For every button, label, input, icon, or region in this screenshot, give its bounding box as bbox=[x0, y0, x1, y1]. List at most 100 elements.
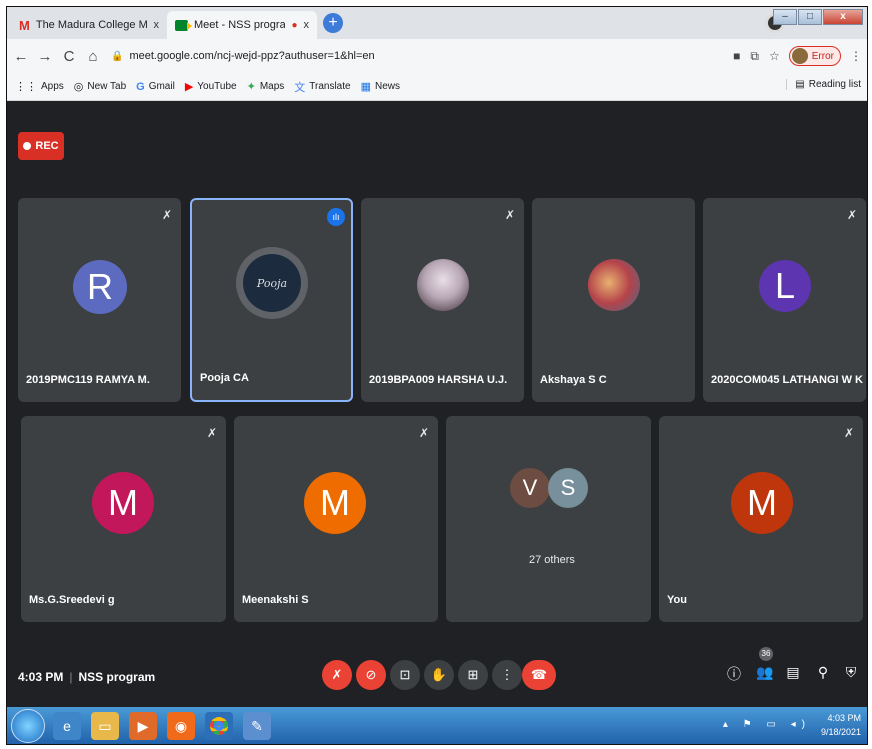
back-icon[interactable]: ← bbox=[11, 48, 31, 65]
participant-tile[interactable]: ✗ 2019BPA009 HARSHA U.J. bbox=[361, 198, 524, 402]
tab-meet[interactable]: Meet - NSS program ● x bbox=[167, 11, 317, 39]
clock-date: 9/18/2021 bbox=[820, 727, 861, 737]
leave-call-button[interactable]: ☎ bbox=[522, 660, 556, 690]
reload-icon[interactable]: C bbox=[59, 48, 79, 65]
recording-indicator-icon: ● bbox=[291, 19, 298, 31]
avatar: M bbox=[731, 472, 793, 534]
bookmark-apps[interactable]: ⋮⋮ Apps bbox=[15, 80, 64, 93]
paint-icon[interactable]: ✎ bbox=[243, 712, 271, 740]
reading-list-icon: ▤ bbox=[795, 79, 805, 90]
system-clock[interactable]: 4:03 PM 9/18/2021 bbox=[821, 711, 861, 739]
translate-page-icon[interactable]: ⧉ bbox=[750, 49, 759, 64]
bookmark-youtube[interactable]: ▶ YouTube bbox=[185, 80, 237, 93]
participant-name: Ms.G.Sreedevi g bbox=[29, 594, 115, 606]
url-input[interactable]: 🔒 meet.google.com/ncj-wejd-ppz?authuser=… bbox=[111, 44, 728, 68]
address-bar-row: ← → C ⌂ 🔒 meet.google.com/ncj-wejd-ppz?a… bbox=[7, 39, 867, 73]
mic-off-icon: ✗ bbox=[843, 426, 854, 440]
captions-button[interactable]: ⊡ bbox=[390, 660, 420, 690]
mic-off-icon: ✗ bbox=[846, 208, 857, 222]
participant-tile[interactable]: Akshaya S C bbox=[532, 198, 695, 402]
close-icon[interactable]: x bbox=[154, 19, 160, 31]
forward-icon[interactable]: → bbox=[35, 48, 55, 65]
bookmark-gmail[interactable]: G Gmail bbox=[136, 81, 175, 93]
mic-off-icon: ✗ bbox=[331, 667, 343, 682]
participant-tile[interactable]: ✗ R 2019PMC119 RAMYA M. bbox=[18, 198, 181, 402]
participant-tile[interactable]: ✗ M Ms.G.Sreedevi g bbox=[21, 416, 226, 622]
browser-tab-bar: M The Madura College Mail x Meet - NSS p… bbox=[7, 7, 867, 39]
profile-error-button[interactable]: Error bbox=[788, 46, 841, 66]
camera-off-icon: ⊘ bbox=[365, 667, 377, 682]
others-count-label: 27 others bbox=[529, 554, 575, 566]
present-icon: ⊞ bbox=[467, 667, 479, 682]
maximize-button[interactable]: □ bbox=[798, 9, 822, 25]
mic-off-icon: ✗ bbox=[418, 426, 429, 440]
info-icon[interactable]: ⓘ bbox=[724, 664, 744, 684]
firefox-icon[interactable]: ◉ bbox=[167, 712, 195, 740]
raise-hand-button[interactable]: ✋ bbox=[424, 660, 454, 690]
meet-stage: REC ✗ R 2019PMC119 RAMYA M. ılı Pooja Po… bbox=[7, 102, 867, 744]
present-screen-button[interactable]: ⊞ bbox=[458, 660, 488, 690]
more-options-button[interactable]: ⋮ bbox=[492, 660, 522, 690]
more-menu-icon[interactable]: ⋮ bbox=[850, 49, 862, 63]
others-tile[interactable]: V S 27 others bbox=[446, 416, 651, 622]
host-controls-icon[interactable]: ⛨ bbox=[841, 664, 861, 681]
avatar bbox=[417, 259, 469, 311]
news-icon: ▦ bbox=[360, 81, 371, 93]
star-icon[interactable]: ☆ bbox=[769, 49, 780, 63]
avatar-photo-text: Pooja bbox=[256, 276, 288, 290]
chat-icon[interactable]: ▤ bbox=[783, 664, 803, 681]
meeting-info: 4:03 PM | NSS program bbox=[18, 670, 156, 684]
participant-tile[interactable]: ✗ L 2020COM045 LATHANGI W K bbox=[703, 198, 866, 402]
meet-icon bbox=[175, 19, 192, 31]
start-button[interactable] bbox=[11, 709, 45, 743]
bookmark-label: Maps bbox=[259, 81, 285, 92]
camera-icon[interactable]: ■ bbox=[733, 49, 740, 63]
mic-toggle-button[interactable]: ✗ bbox=[322, 660, 352, 690]
avatar: R bbox=[73, 260, 127, 314]
avatar-initial: M bbox=[747, 482, 777, 523]
url-text: meet.google.com/ncj-wejd-ppz?authuser=1&… bbox=[129, 50, 375, 62]
bookmark-maps[interactable]: ✦ Maps bbox=[247, 80, 285, 93]
participant-name: 2020COM045 LATHANGI W K bbox=[711, 374, 863, 386]
close-window-button[interactable]: x bbox=[823, 9, 863, 25]
file-explorer-icon[interactable]: ▭ bbox=[91, 712, 119, 740]
translate-icon: 文 bbox=[294, 81, 306, 94]
window-controls: – □ x bbox=[773, 9, 863, 25]
avatar: M bbox=[304, 472, 366, 534]
camera-toggle-button[interactable]: ⊘ bbox=[356, 660, 386, 690]
chrome-icon[interactable] bbox=[205, 712, 233, 740]
media-player-icon[interactable]: ▶ bbox=[129, 712, 157, 740]
ie-icon[interactable]: e bbox=[53, 712, 81, 740]
participant-name: 2019PMC119 RAMYA M. bbox=[26, 374, 150, 386]
bookmarks-bar: ⋮⋮ Apps ◎ New Tab G Gmail ▶ YouTube ✦ Maps 文T… bbox=[7, 73, 867, 101]
avatar-initial: M bbox=[320, 482, 350, 523]
system-tray-icons[interactable]: ▴ ⚑ ▭ ◂) bbox=[723, 719, 811, 730]
tab-gmail[interactable]: M The Madura College Mail x bbox=[11, 11, 167, 39]
record-dot-icon bbox=[23, 142, 32, 150]
mic-off-icon: ✗ bbox=[206, 426, 217, 440]
bookmark-label: Apps bbox=[41, 81, 64, 92]
bookmark-translate[interactable]: 文 Translate bbox=[294, 79, 350, 95]
self-tile[interactable]: ✗ M You bbox=[659, 416, 863, 622]
minimize-button[interactable]: – bbox=[773, 9, 797, 25]
activities-icon[interactable]: ⚲ bbox=[813, 664, 833, 681]
avatar bbox=[791, 48, 808, 64]
participant-count-badge: 36 bbox=[759, 647, 773, 661]
participant-tile[interactable]: ✗ M Meenakshi S bbox=[234, 416, 438, 622]
participant-name: You bbox=[667, 594, 687, 606]
gmail-icon: M bbox=[19, 17, 30, 33]
close-icon[interactable]: x bbox=[304, 19, 310, 31]
bookmark-news[interactable]: ▦ News bbox=[361, 80, 400, 93]
avatar-initial: M bbox=[108, 482, 138, 523]
avatar-initial: S bbox=[560, 475, 576, 500]
participant-tile-active[interactable]: ılı Pooja Pooja CA bbox=[190, 198, 353, 402]
new-tab-button[interactable]: + bbox=[323, 13, 343, 33]
people-icon[interactable]: 👥 bbox=[755, 664, 775, 681]
bookmark-new-tab[interactable]: ◎ New Tab bbox=[74, 80, 126, 93]
home-icon[interactable]: ⌂ bbox=[83, 48, 103, 65]
avatar-initial: R bbox=[87, 266, 113, 307]
avatar-ring: Pooja bbox=[236, 247, 308, 319]
reading-list-button[interactable]: ▤ Reading list bbox=[786, 79, 861, 90]
meeting-time: 4:03 PM bbox=[18, 670, 64, 684]
recording-badge: REC bbox=[18, 132, 64, 160]
